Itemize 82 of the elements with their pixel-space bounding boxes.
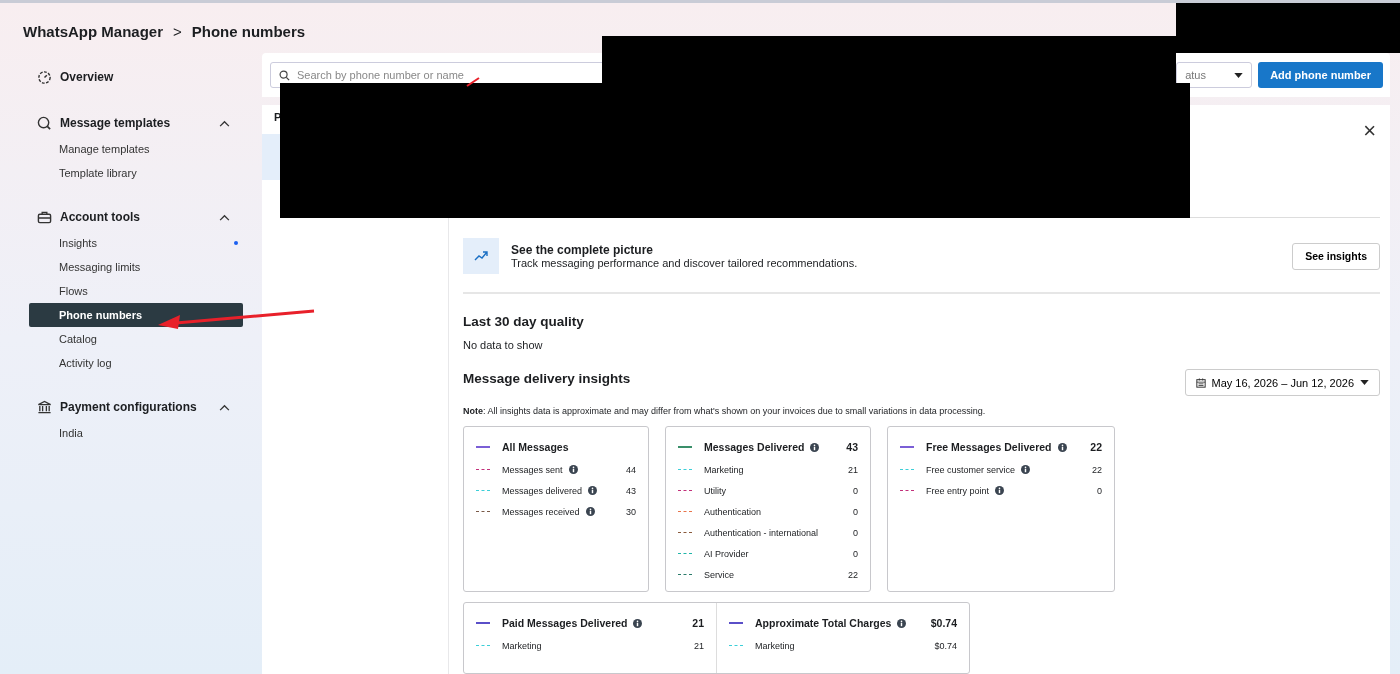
- section-title: Last 30 day quality: [463, 314, 585, 329]
- card-title: All Messages: [502, 441, 569, 453]
- info-icon: [995, 486, 1005, 495]
- nav-item[interactable]: India: [29, 421, 243, 445]
- section-title: Message delivery insights: [463, 371, 631, 386]
- row-value: 21: [848, 464, 858, 475]
- nav-item[interactable]: Insights: [29, 231, 243, 255]
- nav-section-header[interactable]: Message templates: [0, 109, 262, 137]
- card-total: 43: [846, 441, 858, 453]
- empty-message: No data to show: [463, 339, 544, 351]
- row-label: Free entry point: [926, 485, 990, 496]
- notification-dot: [234, 241, 238, 245]
- nav-item[interactable]: Template library: [29, 161, 243, 185]
- row-value: 0: [853, 548, 858, 559]
- row-value: 30: [626, 506, 636, 517]
- nav-item[interactable]: Flows: [29, 279, 243, 303]
- note-text: Note: All insights data is approximate and may differ from what's shown on your invoices due to small variations in data processing.: [463, 406, 987, 416]
- breadcrumb-separator: >: [173, 22, 182, 40]
- nav-section-header[interactable]: Overview: [0, 63, 262, 91]
- page-title: Phone numbers: [191, 22, 306, 40]
- row-label: Utility: [704, 485, 726, 496]
- card-total: $0.74: [930, 617, 957, 629]
- info-icon: [897, 618, 907, 628]
- row-value: 22: [1092, 464, 1102, 475]
- row-label: Free customer service: [926, 464, 1016, 475]
- info-icon: [810, 442, 820, 452]
- nav-item[interactable]: Catalog: [29, 327, 243, 351]
- breadcrumb-root[interactable]: WhatsApp Manager: [23, 22, 163, 40]
- row-value: 43: [626, 485, 636, 496]
- gauge-icon: [37, 69, 52, 85]
- promo-title: See the complete picture: [511, 243, 655, 257]
- row-value: $0.74: [934, 640, 957, 651]
- nav-section-header[interactable]: Payment configurations: [0, 393, 262, 421]
- row-value: 22: [848, 569, 858, 580]
- see-insights-button[interactable]: See insights: [1292, 242, 1380, 270]
- card-title: Approximate Total Charges: [755, 617, 892, 629]
- row-value: 0: [853, 485, 858, 496]
- row-label: Marketing: [704, 464, 744, 475]
- chevron-up-icon: [219, 119, 230, 127]
- info-icon: [585, 507, 595, 516]
- add-phone-number-button[interactable]: Add phone number: [1258, 62, 1383, 88]
- nav-item[interactable]: Messaging limits: [29, 255, 243, 279]
- row-value: 0: [853, 527, 858, 538]
- info-icon: [1057, 442, 1067, 452]
- caret-icon: [1360, 380, 1369, 385]
- row-value: 0: [853, 506, 858, 517]
- row-label: Messages sent: [502, 464, 563, 475]
- briefcase-icon: [37, 209, 52, 225]
- chevron-up-icon: [219, 403, 230, 411]
- row-label: Authentication: [704, 506, 762, 517]
- close-button[interactable]: ×: [1359, 121, 1380, 141]
- bank-icon: [37, 399, 52, 415]
- row-value: 0: [1097, 485, 1102, 496]
- info-icon: [633, 618, 643, 628]
- info-icon: [568, 465, 578, 474]
- trend-icon: [463, 238, 499, 274]
- row-value: 21: [694, 640, 704, 651]
- nav-item[interactable]: Manage templates: [29, 137, 243, 161]
- calendar-icon: [1195, 377, 1206, 388]
- card-title: Free Messages Delivered: [926, 441, 1052, 453]
- row-label: Authentication - international: [704, 527, 819, 538]
- nav-item[interactable]: Phone numbers: [29, 303, 243, 327]
- row-label: Marketing: [502, 640, 542, 651]
- row-label: Messages delivered: [502, 485, 583, 496]
- promo-text: Track messaging performance and discover tailored recommendations.: [511, 257, 859, 269]
- row-label: AI Provider: [704, 548, 749, 559]
- row-label: Marketing: [755, 640, 795, 651]
- card-total: 21: [692, 617, 704, 629]
- card-title: Messages Delivered: [704, 441, 805, 453]
- chat-icon: [37, 115, 52, 131]
- row-value: 44: [626, 464, 636, 475]
- nav-item[interactable]: Activity log: [29, 351, 243, 375]
- info-icon: [588, 486, 598, 495]
- card-title: Paid Messages Delivered: [502, 617, 628, 629]
- row-label: Messages received: [502, 506, 580, 517]
- chevron-up-icon: [219, 213, 230, 221]
- date-range-picker[interactable]: May 16, 2026 – Jun 12, 2026: [1184, 369, 1380, 396]
- card-total: 22: [1090, 441, 1102, 453]
- caret-icon: [1234, 72, 1244, 78]
- info-icon: [1021, 465, 1031, 474]
- nav-section-header[interactable]: Account tools: [0, 203, 262, 231]
- row-label: Service: [704, 569, 734, 580]
